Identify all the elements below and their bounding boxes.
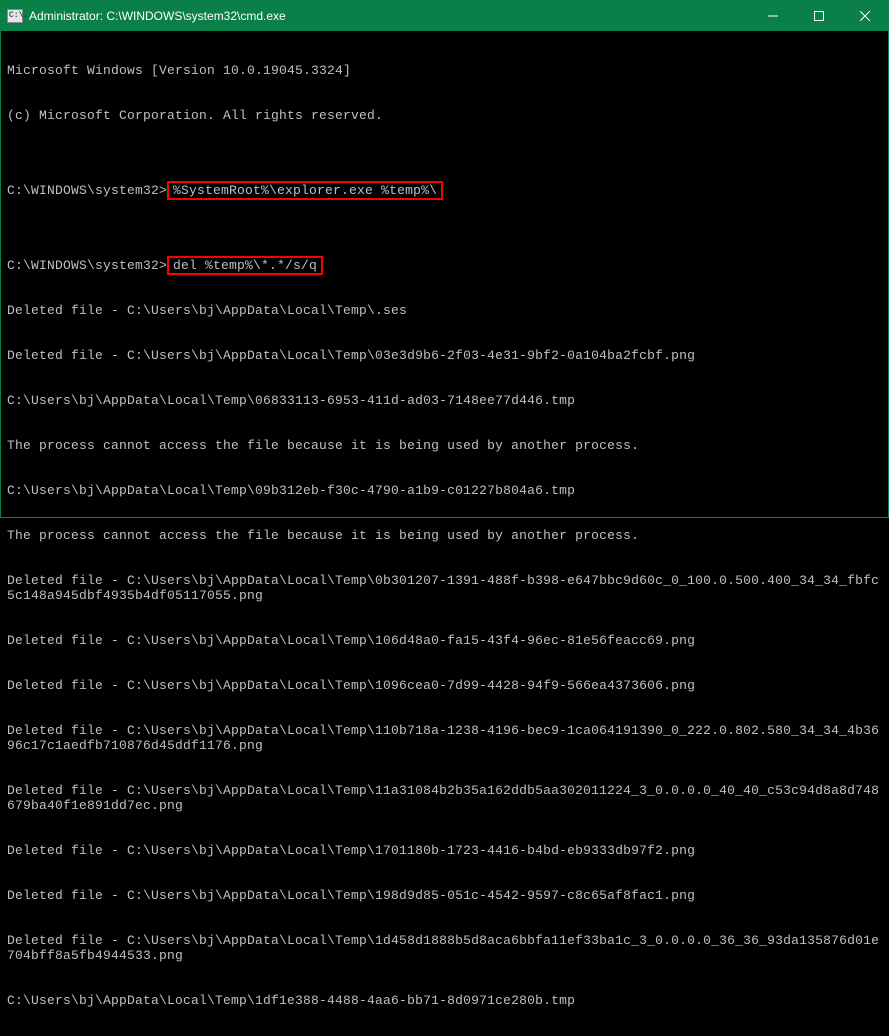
output-line: Deleted file - C:\Users\bj\AppData\Local… xyxy=(7,888,882,903)
prompt-1-prefix: C:\WINDOWS\system32> xyxy=(7,183,167,198)
output-line: C:\Users\bj\AppData\Local\Temp\06833113-… xyxy=(7,393,882,408)
output-line: C:\Users\bj\AppData\Local\Temp\09b312eb-… xyxy=(7,483,882,498)
terminal-area[interactable]: Microsoft Windows [Version 10.0.19045.33… xyxy=(1,31,888,1036)
output-line: Deleted file - C:\Users\bj\AppData\Local… xyxy=(7,303,882,318)
titlebar-left: C:\. Administrator: C:\WINDOWS\system32\… xyxy=(7,9,286,23)
minimize-icon xyxy=(768,11,778,21)
maximize-icon xyxy=(814,11,824,21)
output-line: Deleted file - C:\Users\bj\AppData\Local… xyxy=(7,723,882,753)
maximize-button[interactable] xyxy=(796,1,842,31)
window-title: Administrator: C:\WINDOWS\system32\cmd.e… xyxy=(29,9,286,23)
command-2-highlight: del %temp%\*.*/s/q xyxy=(167,256,323,275)
window-controls xyxy=(750,1,888,31)
copyright-line: (c) Microsoft Corporation. All rights re… xyxy=(7,108,882,123)
titlebar[interactable]: C:\. Administrator: C:\WINDOWS\system32\… xyxy=(1,1,888,31)
output-line: The process cannot access the file becau… xyxy=(7,528,882,543)
prompt-line-2: C:\WINDOWS\system32>del %temp%\*.*/s/q xyxy=(7,258,882,273)
output-line: Deleted file - C:\Users\bj\AppData\Local… xyxy=(7,783,882,813)
close-button[interactable] xyxy=(842,1,888,31)
minimize-button[interactable] xyxy=(750,1,796,31)
output-line: Deleted file - C:\Users\bj\AppData\Local… xyxy=(7,633,882,648)
version-line: Microsoft Windows [Version 10.0.19045.33… xyxy=(7,63,882,78)
close-icon xyxy=(860,11,870,21)
cmd-icon: C:\. xyxy=(7,9,23,23)
output-line: Deleted file - C:\Users\bj\AppData\Local… xyxy=(7,348,882,363)
prompt-2-prefix: C:\WINDOWS\system32> xyxy=(7,258,167,273)
prompt-line-1: C:\WINDOWS\system32>%SystemRoot%\explore… xyxy=(7,183,882,198)
cmd-window: C:\. Administrator: C:\WINDOWS\system32\… xyxy=(0,0,889,518)
output-line: C:\Users\bj\AppData\Local\Temp\1df1e388-… xyxy=(7,993,882,1008)
output-line: Deleted file - C:\Users\bj\AppData\Local… xyxy=(7,678,882,693)
output-line: The process cannot access the file becau… xyxy=(7,438,882,453)
output-line: Deleted file - C:\Users\bj\AppData\Local… xyxy=(7,843,882,858)
output-line: Deleted file - C:\Users\bj\AppData\Local… xyxy=(7,573,882,603)
command-1-highlight: %SystemRoot%\explorer.exe %temp%\ xyxy=(167,181,443,200)
output-line: Deleted file - C:\Users\bj\AppData\Local… xyxy=(7,933,882,963)
